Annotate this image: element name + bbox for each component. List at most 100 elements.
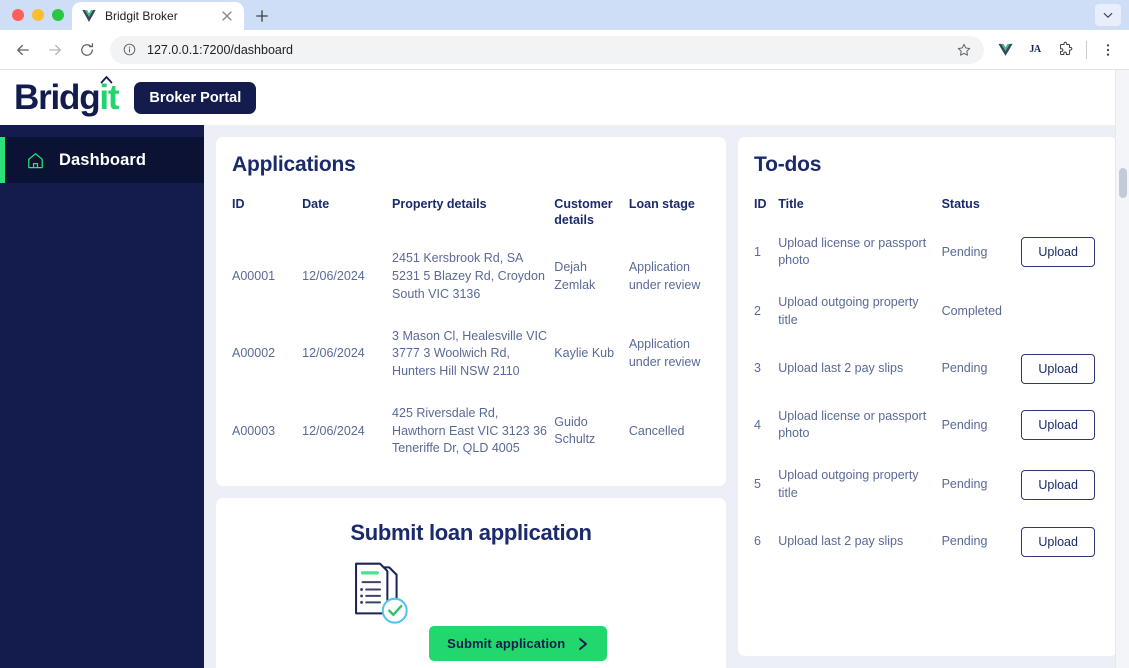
todos-card: To-dos ID Title Status 1 Upload license … [738,137,1117,656]
sidebar: Dashboard [0,125,204,668]
upload-button[interactable]: Upload [1021,353,1095,384]
todo-title: Upload license or passport photo [778,235,927,268]
reload-button[interactable] [72,35,102,65]
todo-status: Pending [941,360,988,375]
bridgit-logo[interactable]: Bridg it [14,75,120,118]
page-scrollbar[interactable] [1115,70,1129,668]
table-row[interactable]: A00002 12/06/2024 3 Mason Cl, Healesvill… [232,316,710,393]
list-item: 4 Upload license or passport photo Pendi… [754,396,1101,456]
app-header: Bridg it Broker Portal [0,70,1129,125]
table-row[interactable]: A00001 12/06/2024 2451 Kersbrook Rd, SA … [232,238,710,315]
bookmark-star-icon[interactable] [954,40,974,60]
todos-table: ID Title Status 1 Upload license or pass… [754,177,1101,569]
browser-menu-button[interactable] [1095,37,1121,63]
todo-status: Pending [941,417,988,432]
browser-tab[interactable]: Bridgit Broker [72,2,244,30]
logo-text-primary: Bridg [14,77,101,117]
puzzle-icon [1059,41,1072,55]
table-row[interactable]: A00003 12/06/2024 425 Riversdale Rd, Haw… [232,393,710,470]
scrollbar-thumb[interactable] [1119,168,1127,198]
extensions-button[interactable] [1052,37,1078,63]
url-text: 127.0.0.1:7200/dashboard [147,42,293,57]
close-icon[interactable] [219,8,235,24]
upload-button[interactable]: Upload [1021,410,1095,441]
upload-button[interactable]: Upload [1021,526,1095,557]
submit-card-title: Submit loan application [350,520,592,545]
cell-date: 12/06/2024 [302,423,365,438]
applications-table-wrap: ID Date Property details Customer detail… [216,177,726,486]
main-content: Applications ID Date Property details Cu… [204,125,1129,668]
submit-application-button[interactable]: Submit application [429,626,608,661]
todo-id: 4 [754,417,761,432]
toolbar-divider [1086,40,1087,59]
tab-list-button[interactable] [1095,4,1121,26]
todo-action-cell: Upload [1021,342,1101,396]
cell-customer: Guido Schultz [554,414,596,447]
todo-id: 3 [754,360,761,375]
upload-button[interactable]: Upload [1021,237,1095,268]
col-header-todo-action [1021,177,1101,223]
todo-title: Upload license or passport photo [778,408,927,441]
todos-table-wrap: ID Title Status 1 Upload license or pass… [738,177,1117,585]
col-header-customer: Customer details [554,197,613,227]
home-icon [28,152,43,168]
sidebar-item-dashboard[interactable]: Dashboard [0,137,204,183]
cell-customer: Dejah Zemlak [554,260,596,292]
col-header-property: Property details [392,197,487,211]
col-header-todo-title: Title [778,197,804,211]
back-button[interactable] [8,35,38,65]
todo-action-cell: Upload [1021,455,1101,515]
app-body: Dashboard Applications ID Date Property … [0,125,1129,668]
todo-title: Upload last 2 pay slips [778,360,904,375]
col-header-stage: Loan stage [628,197,695,211]
col-header-todo-status: Status [941,197,980,211]
applications-table: ID Date Property details Customer detail… [232,177,710,470]
chevron-right-icon [579,637,588,650]
ja-extension-button[interactable]: JA [1022,37,1048,63]
cell-property: 2451 Kersbrook Rd, SA 5231 5 Blazey Rd, … [392,251,545,301]
kebab-menu-icon [1106,43,1110,56]
chevron-down-icon [1103,12,1113,18]
todos-header-row: ID Title Status [754,177,1101,223]
plus-icon [256,10,268,22]
todo-id: 2 [754,304,761,318]
todo-action-cell [1021,282,1101,342]
todo-status: Completed [941,304,1003,318]
forward-button[interactable] [40,35,70,65]
new-tab-button[interactable] [248,2,276,30]
todo-id: 6 [754,533,761,548]
vue-devtools-button[interactable] [992,37,1018,63]
todo-action-cell: Upload [1021,396,1101,456]
cell-id: A00001 [232,269,276,283]
upload-button[interactable]: Upload [1021,469,1095,500]
sidebar-item-label: Dashboard [59,150,147,169]
forward-arrow-icon [49,44,61,55]
todo-title: Upload outgoing property title [778,295,919,327]
close-window-button[interactable] [12,9,24,21]
minimize-window-button[interactable] [32,9,44,21]
applications-table-body: A00001 12/06/2024 2451 Kersbrook Rd, SA … [232,238,710,470]
ja-extension-label: JA [1029,44,1041,55]
todo-title: Upload outgoing property title [778,468,919,500]
todo-status: Pending [941,533,988,548]
todo-id: 1 [754,244,761,259]
applications-title: Applications [232,153,356,176]
maximize-window-button[interactable] [52,9,64,21]
page-viewport: Bridg it Broker Portal Dashboard Applica… [0,70,1129,668]
info-circle-icon[interactable] [122,42,137,57]
cell-customer: Kaylie Kub [554,346,615,361]
back-arrow-icon [17,44,29,55]
tab-title: Bridgit Broker [105,9,178,23]
submit-loan-application-card: Submit loan application Submit applicati… [216,498,726,668]
todo-action-cell: Upload [1021,223,1101,283]
list-item: 1 Upload license or passport photo Pendi… [754,223,1101,283]
extension-icons: JA [992,37,1121,63]
browser-toolbar: 127.0.0.1:7200/dashboard JA [0,30,1129,70]
address-bar[interactable]: 127.0.0.1:7200/dashboard [110,35,984,64]
cell-id: A00003 [232,423,276,438]
list-item: 5 Upload outgoing property title Pending… [754,455,1101,515]
todo-id: 5 [754,477,761,491]
list-item: 3 Upload last 2 pay slips Pending Upload [754,342,1101,396]
cell-stage: Application under review [628,260,701,292]
active-indicator [0,137,5,183]
